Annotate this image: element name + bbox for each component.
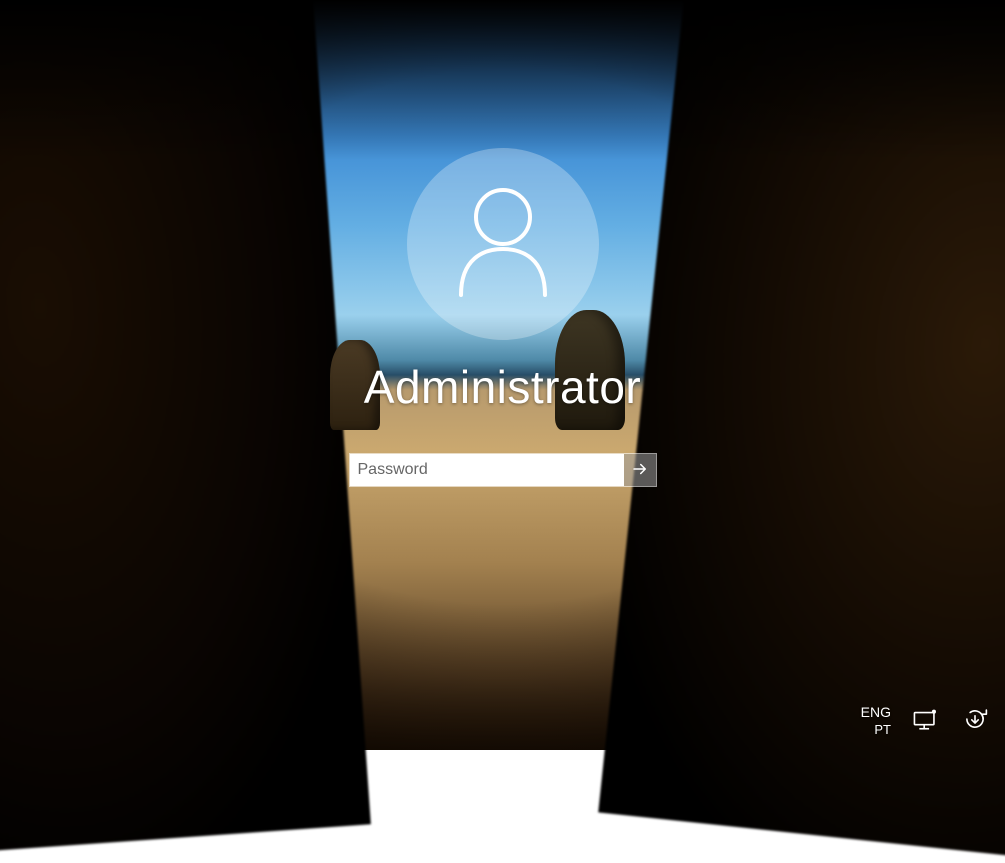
user-icon [455,187,551,302]
password-input[interactable] [350,454,624,486]
ease-of-access-button[interactable] [909,705,941,737]
power-button[interactable] [959,705,991,737]
ease-of-access-icon [912,706,938,737]
submit-button[interactable] [624,454,656,486]
password-row [350,454,656,486]
power-update-icon [962,706,988,737]
language-primary: ENG [861,704,891,722]
user-avatar [407,148,599,340]
bottom-right-controls: ENG PT [861,704,991,738]
language-secondary: PT [861,722,891,738]
language-switcher[interactable]: ENG PT [861,704,891,738]
arrow-right-icon [631,460,649,481]
login-panel: Administrator [0,0,1005,750]
username-label: Administrator [364,360,641,414]
